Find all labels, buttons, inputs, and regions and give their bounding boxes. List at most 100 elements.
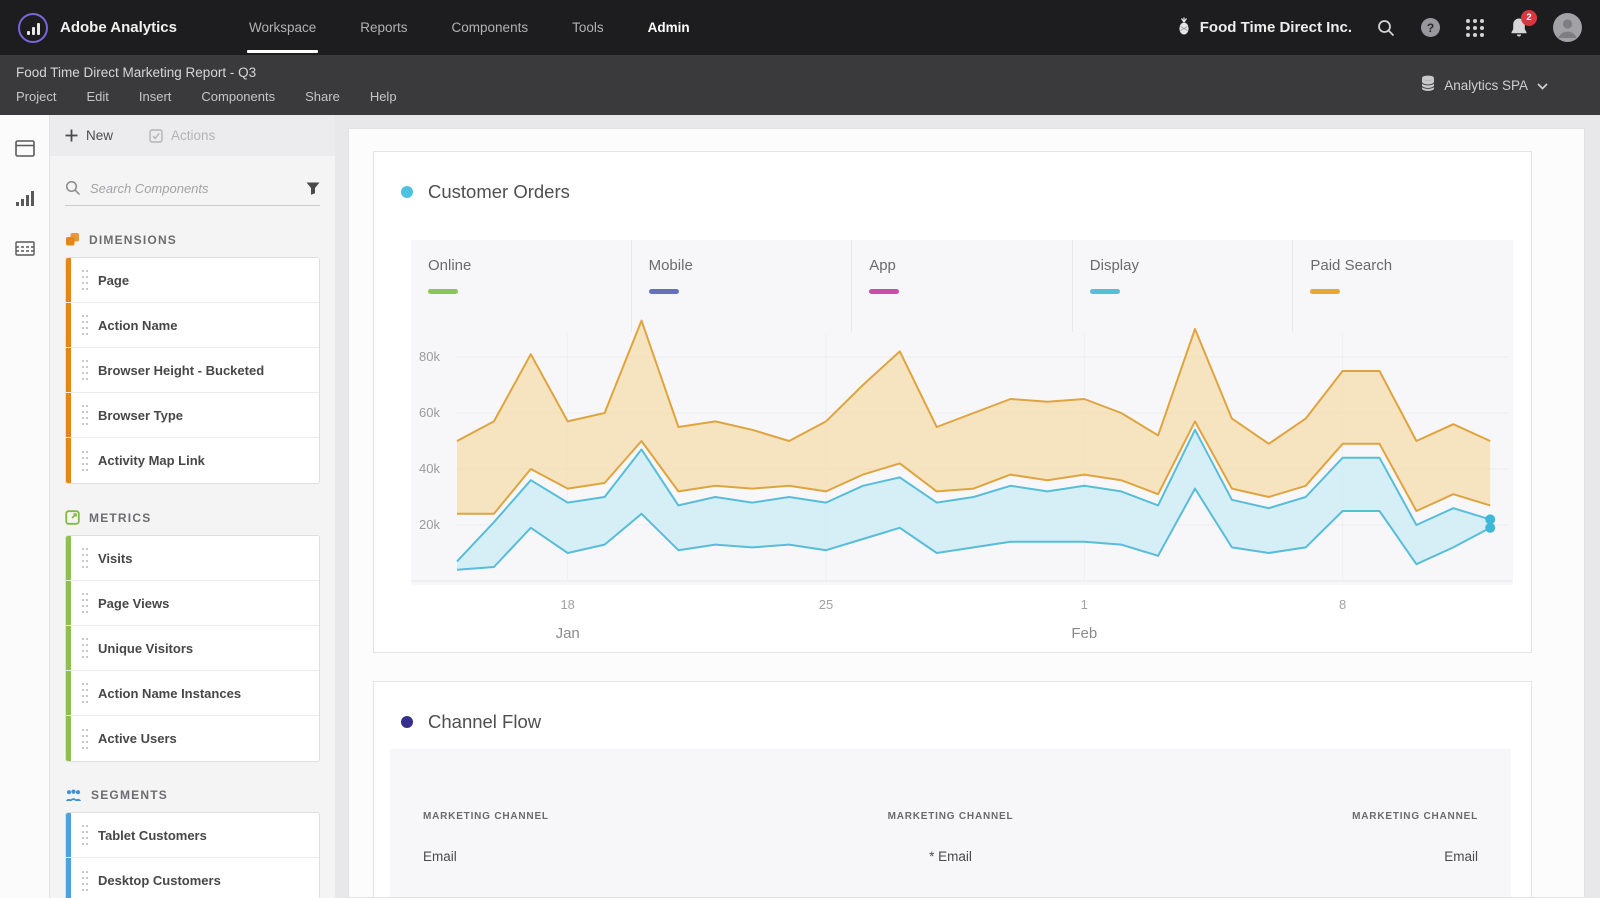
drag-handle-icon[interactable] (81, 868, 89, 893)
drag-handle-icon[interactable] (81, 403, 89, 427)
search-icon[interactable] (1376, 18, 1396, 38)
x-tick-label: 25 (818, 597, 834, 612)
flow-channel-value[interactable]: * Email (888, 849, 1014, 864)
x-month-label: Feb (1071, 625, 1098, 642)
database-icon (1421, 75, 1435, 95)
menu-item[interactable]: Insert (139, 89, 172, 104)
user-avatar[interactable] (1553, 13, 1582, 42)
dimension-item[interactable]: Browser Height - Bucketed (66, 348, 319, 393)
panel-collapse-dot[interactable] (401, 186, 413, 198)
flow-column: MARKETING CHANNEL Email (423, 811, 549, 864)
workspace-panel-container: Customer Orders 80k 60k 40k 20k Online M… (348, 128, 1585, 898)
org-switcher[interactable]: Food Time Direct Inc. (1176, 16, 1352, 40)
drag-handle-icon[interactable] (81, 546, 89, 570)
nav-reports[interactable]: Reports (338, 0, 429, 55)
new-component-button[interactable]: New (65, 128, 113, 143)
x-tick-label: 8 (1338, 597, 1347, 612)
freeform-table-icon[interactable] (14, 240, 35, 262)
segments-list: Tablet Customers Desktop Customers (65, 812, 320, 898)
flow-column: MARKETING CHANNEL * Email (888, 811, 1014, 864)
legend-item[interactable]: App (851, 240, 1072, 332)
legend-item-label: Mobile (648, 257, 693, 274)
dimensions-section-header: DIMENSIONS (65, 232, 320, 247)
dimension-item[interactable]: Activity Map Link (66, 438, 319, 483)
notifications-bell-icon[interactable]: 2 (1509, 10, 1537, 38)
help-icon[interactable]: ? (1420, 17, 1441, 38)
metrics-list: Visits Page Views Unique Visitors Action… (65, 535, 320, 762)
legend-item[interactable]: Mobile (630, 240, 852, 332)
filter-funnel-icon[interactable] (306, 182, 320, 195)
legend-item[interactable]: Display (1071, 240, 1293, 332)
flow-channel-value[interactable]: Email (423, 849, 549, 864)
segment-item-label: Tablet Customers (98, 827, 207, 843)
metrics-label: METRICS (89, 510, 152, 525)
metric-color-bar (66, 536, 71, 580)
panels-icon[interactable] (14, 140, 35, 162)
segment-color-bar (66, 813, 71, 857)
menu-item[interactable]: Components (201, 89, 275, 104)
menu-item[interactable]: Help (370, 89, 397, 104)
dimension-color-bar (66, 348, 71, 392)
dimension-item[interactable]: Action Name (66, 303, 319, 348)
legend-color-chip (648, 289, 679, 294)
dimension-item[interactable]: Page (66, 258, 319, 303)
search-components-input[interactable] (90, 180, 297, 196)
nav-components[interactable]: Components (430, 0, 551, 55)
top-nav-bar: Adobe Analytics Workspace Reports Compon… (0, 0, 1600, 55)
customer-orders-title: Customer Orders (428, 181, 570, 202)
dimensions-icon (66, 233, 79, 246)
actions-button[interactable]: Actions (149, 128, 215, 143)
nav-workspace[interactable]: Workspace (227, 0, 338, 55)
flow-column: MARKETING CHANNEL Email (1352, 811, 1478, 864)
drag-handle-icon[interactable] (81, 268, 89, 292)
menu-item[interactable]: Share (305, 89, 340, 104)
drag-handle-icon[interactable] (81, 313, 89, 337)
x-tick-label: 18 (560, 597, 575, 612)
menu-item[interactable]: Project (16, 89, 56, 104)
dimension-item-label: Activity Map Link (98, 453, 205, 468)
nav-admin[interactable]: Admin (626, 0, 712, 55)
chevron-down-icon (1537, 78, 1548, 93)
metric-item[interactable]: Active Users (66, 716, 319, 761)
metric-item[interactable]: Unique Visitors (66, 626, 319, 671)
dimension-item-label: Action Name (98, 317, 178, 333)
segment-item[interactable]: Desktop Customers (66, 858, 319, 898)
drag-handle-icon[interactable] (81, 681, 89, 705)
segment-item-label: Desktop Customers (98, 873, 221, 888)
legend-item[interactable]: Paid Search (1292, 240, 1513, 332)
flow-column-header: MARKETING CHANNEL (423, 811, 549, 822)
dimension-color-bar (66, 393, 71, 437)
legend-item-label: Online (428, 257, 472, 274)
flow-channel-value[interactable]: Email (1352, 849, 1478, 864)
drag-handle-icon[interactable] (81, 726, 89, 751)
drag-handle-icon[interactable] (81, 448, 89, 473)
metric-item[interactable]: Visits (66, 536, 319, 581)
dimensions-label: DIMENSIONS (89, 232, 178, 247)
visualizations-icon[interactable] (15, 190, 35, 212)
segment-item[interactable]: Tablet Customers (66, 813, 319, 858)
legend-item[interactable]: Online (411, 240, 631, 332)
drag-handle-icon[interactable] (81, 636, 89, 660)
panel-collapse-dot[interactable] (401, 716, 413, 728)
drag-handle-icon[interactable] (81, 823, 89, 847)
customer-orders-chart: 80k 60k 40k 20k Online Mobile App Displa… (411, 240, 1513, 585)
svg-text:40k: 40k (419, 461, 440, 476)
metric-item[interactable]: Page Views (66, 581, 319, 626)
metric-item-label: Unique Visitors (98, 640, 194, 656)
apps-grid-icon[interactable] (1465, 18, 1485, 38)
legend-color-chip (1310, 289, 1341, 294)
menu-item[interactable]: Edit (86, 89, 108, 104)
dimension-item[interactable]: Browser Type (66, 393, 319, 438)
metric-item[interactable]: Action Name Instances (66, 671, 319, 716)
actions-button-label: Actions (171, 128, 216, 143)
company-name: Food Time Direct Inc. (1199, 19, 1352, 36)
report-suite-selector[interactable]: Analytics SPA (1421, 75, 1548, 95)
new-button-label: New (86, 128, 114, 143)
drag-handle-icon[interactable] (81, 591, 89, 615)
dimension-item-label: Page (98, 272, 130, 288)
nav-tools[interactable]: Tools (550, 0, 626, 55)
drag-handle-icon[interactable] (81, 358, 89, 382)
flow-column-header: MARKETING CHANNEL (1352, 811, 1478, 822)
metric-item-label: Visits (98, 550, 133, 566)
report-suite-name: Analytics SPA (1444, 77, 1528, 93)
